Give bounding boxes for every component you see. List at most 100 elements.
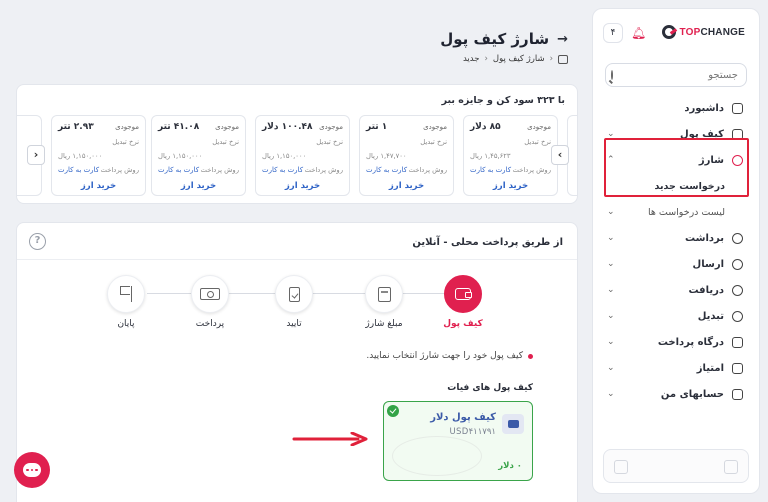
sidebar-item-label: شارژ [698,154,724,166]
asset-card[interactable]: موجودی ۱۰۰.۴۸ دلار نرخ تبدیل ۱,۱۵۰,۰۰۰ ر… [255,115,350,196]
sidebar-item-label: حسابهای من [660,388,724,400]
notification-count-badge[interactable]: ۴ [603,23,623,43]
stepper: کیف پول مبلغ شارژ تایید پرداخت پایان [17,275,577,335]
asset-card[interactable]: موجودی ۴۱.۰۸ تتر نرخ تبدیل ۱,۱۵۰,۰۰۰ ریا… [151,115,246,196]
step-circle [275,275,313,313]
sidebar-item-withdraw[interactable]: برداشت ⌄ [593,225,759,251]
chevron-down-icon: ⌄ [607,233,615,243]
wallet-icon [502,414,524,434]
asset-balance-label: موجودی [423,123,447,131]
refresh-icon [732,310,743,322]
step-label: کیف پول [443,319,483,329]
chevron-up-icon: ⌃ [607,155,615,165]
sidebar-item-send[interactable]: ارسال ⌄ [593,251,759,277]
carousel-prev-button[interactable]: ‹ [27,145,45,165]
sidebar-item-points[interactable]: امتیاز ⌄ [593,355,759,381]
page-header: → شارژ کیف پول [440,30,568,48]
step-circle [107,275,145,313]
support-chat-button[interactable] [14,452,50,488]
dashboard-icon [732,102,743,114]
buy-currency-link[interactable]: خرید ارز [52,181,145,191]
buy-currency-link[interactable]: خرید ارز [152,181,245,191]
earn-title: با ۳۲۳ سود کن و جایزه ببر [441,95,565,106]
home-icon[interactable] [558,54,568,64]
step-confirm[interactable]: تایید [259,275,329,329]
search-icon[interactable] [611,70,613,80]
notifications: ۴ 🔔︎ [603,23,646,43]
sidebar-item-payment-gateway[interactable]: درگاه پرداخت ⌄ [593,329,759,355]
bullet-dot-icon [528,353,533,359]
asset-rate: ۱,۱۵۰,۰۰۰ ریال [58,152,103,160]
instruction-note: کیف پول خود را جهت شارژ انتخاب نمایید. [366,351,533,361]
wallet-option-usd[interactable]: کیف پول دلار USD۴۱۱۷۹۱ ۰ دلار [383,401,533,481]
buy-currency-link[interactable]: خرید ارز [360,181,453,191]
step-wallet[interactable]: کیف پول [428,275,498,329]
sidebar-promo-card[interactable] [603,449,749,483]
carousel-next-button[interactable]: › [551,145,569,165]
chevron-right-icon: › [557,148,563,161]
chevron-left-icon: ‹ [33,148,39,161]
wallet-icon [455,288,472,300]
step-label: مبلغ شارژ [365,319,403,329]
search-box [605,63,747,87]
minus-circle-icon [732,232,743,244]
breadcrumb: ‹ شارژ کیف پول ‹ جدید [463,54,568,64]
chevron-down-icon: ⌄ [607,389,615,399]
step-charge-amount[interactable]: مبلغ شارژ [349,275,419,329]
annotation-arrow-icon [292,432,368,446]
asset-rate-label: نرخ تبدیل [212,138,239,146]
chevron-down-icon: ⌄ [607,259,615,269]
chevron-down-icon: ⌄ [607,207,615,217]
search-input[interactable] [613,69,738,81]
sidebar-item-dashboard[interactable]: داشبورد [593,95,759,121]
asset-card[interactable]: موجودی ۸۵ دلار نرخ تبدیل ۱,۴۵,۶۲۳ ریال ر… [463,115,558,196]
sidebar-item-label: داشبورد [684,102,724,114]
sidebar-item-label: تبدیل [697,310,724,322]
sidebar-item-receive[interactable]: دریافت ⌄ [593,277,759,303]
asset-method: کارت به کارت [58,166,100,174]
chevron-down-icon: ⌄ [607,285,615,295]
asset-rate-label: نرخ تبدیل [524,138,551,146]
logo-icon [662,25,677,39]
asset-balance: ۱ تتر [366,122,388,132]
wallet-name: کیف پول دلار [430,412,496,423]
payment-method-title: از طریق پرداخت محلی - آنلاین [412,237,563,248]
back-arrow-icon[interactable]: → [557,32,568,47]
plus-circle-icon [732,154,743,166]
asset-balance: ۱۰۰.۴۸ دلار [262,122,313,132]
asset-method: کارت به کارت [262,166,304,174]
asset-method-label: روش پرداخت [304,166,343,174]
asset-balance: ۲.۹۳ تتر [58,122,94,132]
asset-card[interactable]: موجودی ۱ تتر نرخ تبدیل ۱,۴۷,۷۰۰ ریال روش… [359,115,454,196]
sidebar-item-label: درگاه پرداخت [657,336,724,348]
step-label: پایان [117,319,135,329]
bell-icon[interactable]: 🔔︎ [631,26,646,40]
sidebar-item-my-accounts[interactable]: حسابهای من ⌄ [593,381,759,407]
buy-currency-link[interactable]: خرید ارز [464,181,557,191]
breadcrumb-item[interactable]: شارژ کیف پول [493,54,545,64]
asset-rate-label: نرخ تبدیل [420,138,447,146]
sidebar-item-label: درخواست جدید [654,180,726,192]
asset-method: کارت به کارت [470,166,512,174]
sidebar-item-label: امتیاز [696,362,724,374]
sidebar-item-wallet[interactable]: کیف پول ⌄ [593,121,759,147]
asset-card[interactable]: موجودی ۲.۹۳ تتر نرخ تبدیل ۱,۱۵۰,۰۰۰ ریال… [51,115,146,196]
fiat-wallets-label: کیف پول های فیات [447,383,533,393]
breadcrumb-separator-icon: ‹ [549,54,553,64]
asset-balance-label: موجودی [215,123,239,131]
chevron-down-icon: ⌄ [607,129,615,139]
asset-rate: ۱,۴۷,۷۰۰ ریال [366,152,407,160]
step-label: تایید [286,319,302,329]
buy-currency-link[interactable]: خرید ارز [256,181,349,191]
help-icon[interactable]: ? [29,233,46,250]
sidebar-item-exchange[interactable]: تبدیل ⌄ [593,303,759,329]
step-payment[interactable]: پرداخت [175,275,245,329]
step-finish[interactable]: پایان [91,275,161,329]
sidebar-subitem-request-list[interactable]: لیست درخواست ها ⌄ [593,199,759,225]
logo[interactable]: TOPCHANGE [662,25,745,39]
sidebar-item-charge[interactable]: شارژ ⌃ [593,147,759,173]
wallet-balance: ۰ دلار [498,461,522,471]
sidebar-subitem-new-request[interactable]: درخواست جدید [593,173,759,199]
flag-icon [120,286,132,302]
asset-balance-label: موجودی [115,123,139,131]
